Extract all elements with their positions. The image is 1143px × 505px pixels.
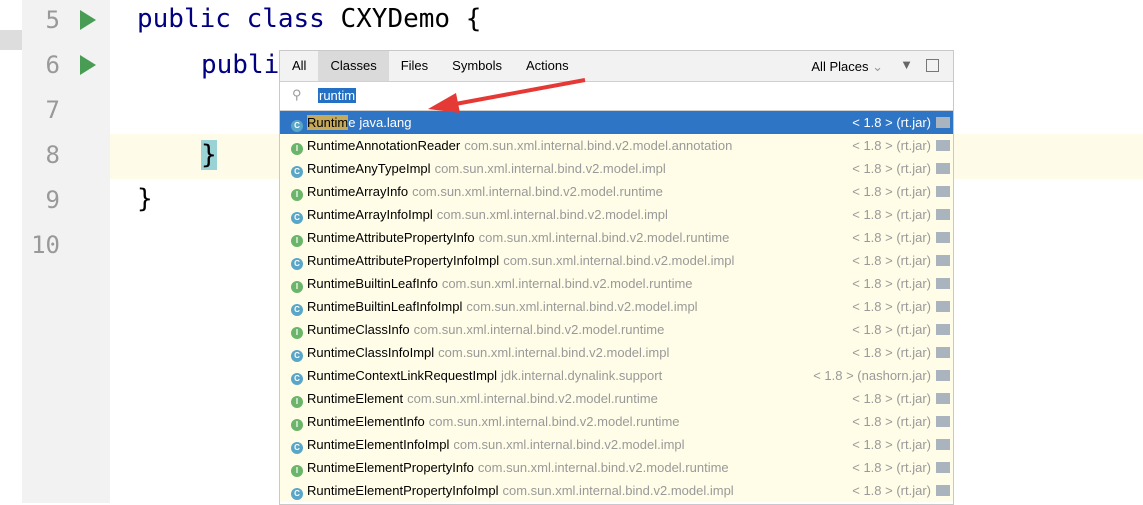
tab-classes[interactable]: Classes — [318, 51, 389, 81]
class-icon: C — [291, 350, 303, 362]
result-row[interactable]: C RuntimeContextLinkRequestImpl jdk.intern… — [280, 364, 953, 387]
result-row[interactable]: C RuntimeClassInfoImpl com.sun.xml.interna… — [280, 341, 953, 364]
interface-icon: I — [291, 419, 303, 431]
interface-icon: I — [291, 396, 303, 408]
library-icon — [936, 485, 950, 496]
library-icon — [936, 462, 950, 473]
line-number-row: 8 — [22, 135, 110, 180]
interface-icon: I — [291, 281, 303, 293]
interface-icon: I — [291, 189, 303, 201]
class-icon: C — [291, 212, 303, 224]
result-row-selected[interactable]: C Runtime java.lang < 1.8 > (rt.jar) — [280, 111, 953, 134]
pin-window-icon[interactable] — [926, 59, 939, 72]
result-row[interactable]: C RuntimeElementPropertyInfoImpl com.sun.x… — [280, 479, 953, 502]
class-icon: C — [291, 304, 303, 316]
interface-icon: I — [291, 327, 303, 339]
search-input[interactable]: runtim — [318, 88, 357, 103]
library-icon — [936, 255, 950, 266]
line-number: 7 — [45, 96, 60, 124]
result-row[interactable]: C RuntimeBuiltinLeafInfoImpl com.sun.xml.i… — [280, 295, 953, 318]
class-icon: C — [291, 258, 303, 270]
library-icon — [936, 439, 950, 450]
code-line-6[interactable]: publi — [201, 50, 279, 80]
tab-all[interactable]: All — [280, 51, 318, 81]
library-icon — [936, 301, 950, 312]
line-number: 5 — [45, 6, 60, 34]
result-row[interactable]: C RuntimeArrayInfoImpl com.sun.xml.interna… — [280, 203, 953, 226]
search-everywhere-popup: All Classes Files Symbols Actions All Places … — [279, 50, 954, 505]
class-icon: C — [291, 442, 303, 454]
result-row[interactable]: I RuntimeElement com.sun.xml.internal.bind… — [280, 387, 953, 410]
filter-icon[interactable]: ▼ — [900, 57, 913, 72]
library-icon — [936, 347, 950, 358]
code-line-5[interactable]: public class CXYDemo { — [137, 4, 481, 34]
left-strip — [0, 0, 22, 503]
result-row[interactable]: I RuntimeArrayInfo com.sun.xml.internal.bi… — [280, 180, 953, 203]
search-icon: ⚲ — [292, 87, 302, 102]
result-row[interactable]: I RuntimeElementPropertyInfo com.sun.xml.i… — [280, 456, 953, 479]
run-icon[interactable] — [80, 10, 96, 30]
library-icon — [936, 324, 950, 335]
class-icon: C — [291, 488, 303, 500]
library-icon — [936, 140, 950, 151]
interface-icon: I — [291, 235, 303, 247]
line-number: 9 — [45, 186, 60, 214]
library-icon — [936, 209, 950, 220]
library-icon — [936, 232, 950, 243]
line-number-row: 9 — [22, 180, 110, 225]
line-number: 6 — [45, 51, 60, 79]
library-icon — [936, 163, 950, 174]
line-number-row: 10 — [22, 225, 110, 270]
tab-bar: All Classes Files Symbols Actions All Places … — [280, 51, 953, 82]
library-icon — [936, 393, 950, 404]
line-number: 8 — [45, 141, 60, 169]
code-line-8[interactable]: } — [201, 140, 217, 170]
class-icon: C — [291, 166, 303, 178]
library-icon — [936, 117, 950, 128]
chevron-down-icon: ⌄ — [872, 59, 883, 74]
red-arrow-annotation — [428, 78, 586, 113]
result-row[interactable]: I RuntimeElementInfo com.sun.xml.internal.… — [280, 410, 953, 433]
library-icon — [936, 278, 950, 289]
interface-icon: I — [291, 465, 303, 477]
library-icon — [936, 370, 950, 381]
code-line-9[interactable]: } — [137, 184, 153, 214]
result-row[interactable]: I RuntimeClassInfo com.sun.xml.internal.bi… — [280, 318, 953, 341]
result-row[interactable]: C RuntimeAttributePropertyInfoImpl com.sun… — [280, 249, 953, 272]
class-icon: C — [291, 373, 303, 385]
line-number-row: 7 — [22, 90, 110, 135]
result-row[interactable]: C RuntimeAnyTypeImpl com.sun.xml.internal.… — [280, 157, 953, 180]
result-row[interactable]: I RuntimeAnnotationReader com.sun.xml.inte… — [280, 134, 953, 157]
result-row[interactable]: C RuntimeElementInfoImpl com.sun.xml.inter… — [280, 433, 953, 456]
library-icon — [936, 416, 950, 427]
line-number: 10 — [31, 231, 60, 259]
result-row[interactable]: I RuntimeAttributePropertyInfo com.sun.xml… — [280, 226, 953, 249]
line-number-row: 6 — [22, 45, 110, 90]
line-number-row: 5 — [22, 0, 110, 45]
run-icon[interactable] — [80, 55, 96, 75]
library-icon — [936, 186, 950, 197]
class-icon: C — [291, 120, 303, 132]
search-bar: ⚲ runtim — [280, 82, 953, 111]
result-row[interactable]: I RuntimeBuiltinLeafInfo com.sun.xml.inter… — [280, 272, 953, 295]
all-places-dropdown[interactable]: All Places ⌄ — [811, 59, 883, 75]
interface-icon: I — [291, 143, 303, 155]
